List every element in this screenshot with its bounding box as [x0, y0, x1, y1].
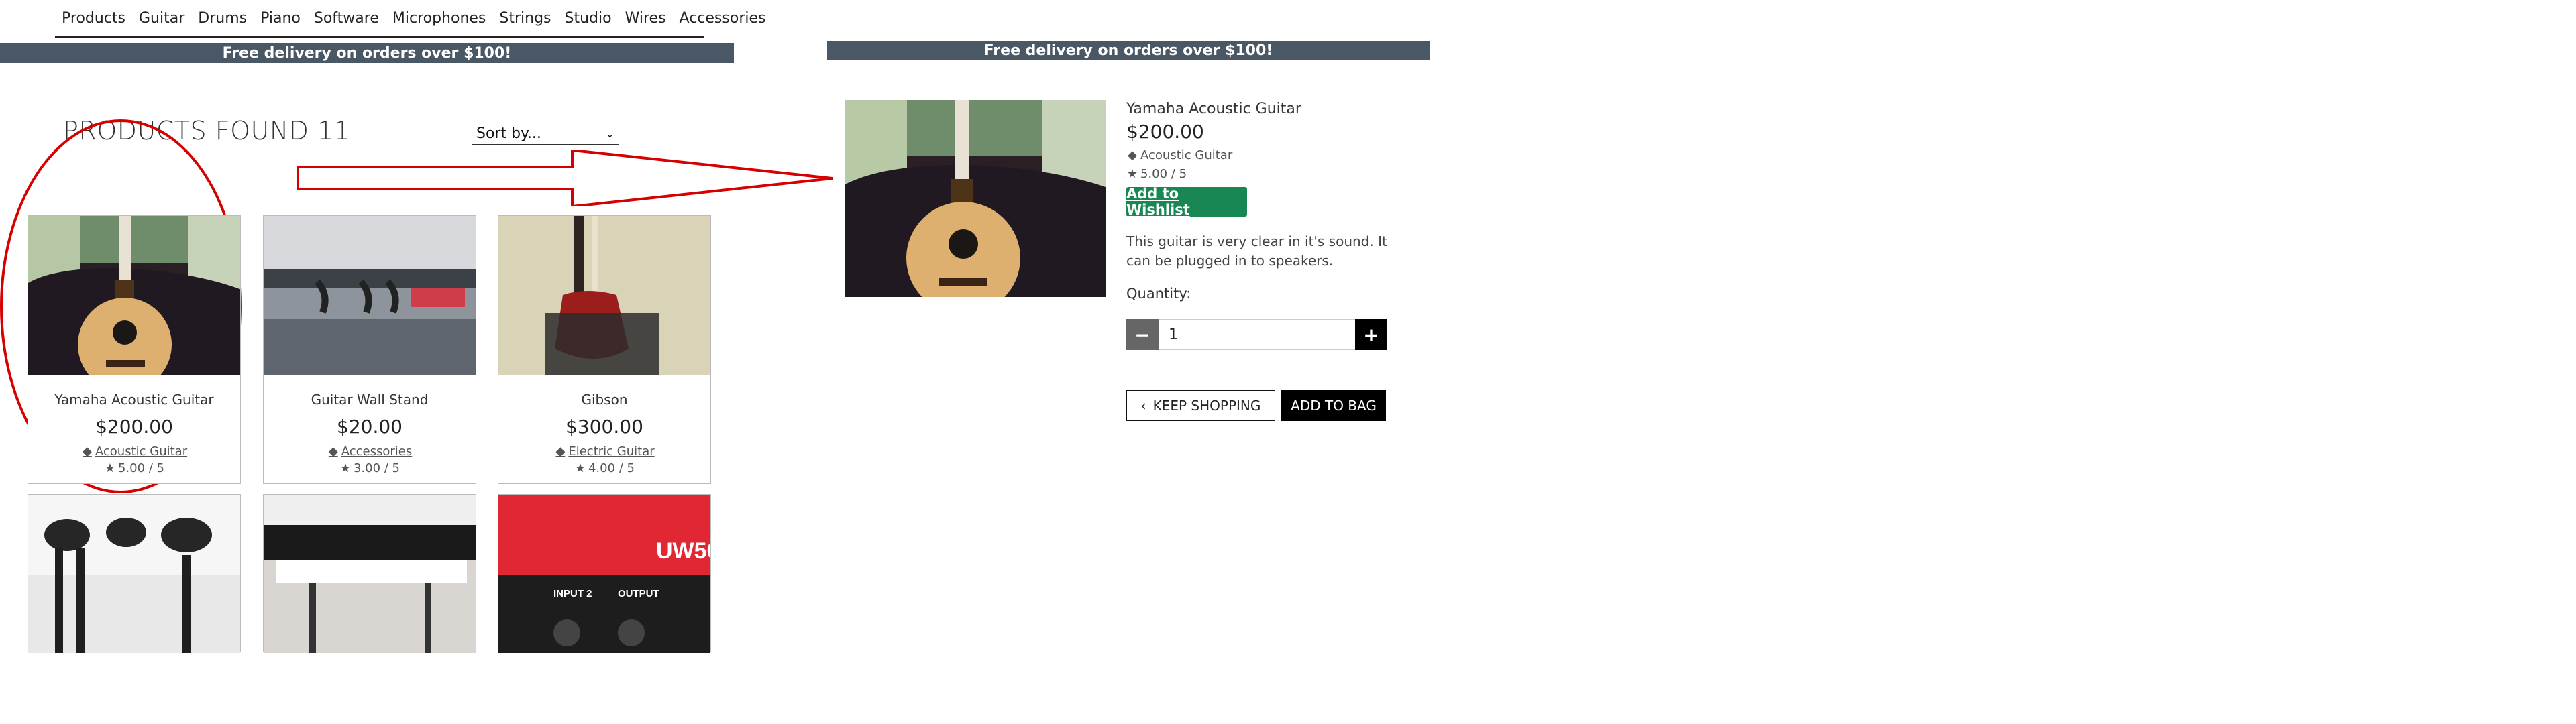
add-to-wishlist-button[interactable]: Add to Wishlist [1126, 186, 1247, 218]
category-label: Electric Guitar [568, 444, 655, 459]
gibson-image[interactable] [498, 216, 710, 375]
product-name[interactable]: Yamaha Acoustic Guitar [28, 391, 240, 408]
nav-guitar[interactable]: Guitar [132, 10, 191, 27]
nav-studio[interactable]: Studio [558, 10, 619, 27]
star-icon: ★ [339, 461, 352, 475]
tag-icon: ◆ [328, 444, 338, 459]
nav-drums[interactable]: Drums [191, 10, 254, 27]
nav-piano[interactable]: Piano [254, 10, 307, 27]
keep-shopping-button[interactable]: ‹ KEEP SHOPPING [1126, 390, 1275, 421]
product-card-yamaha-acoustic-guitar[interactable]: Yamaha Acoustic Guitar $200.00 ◆ Acousti… [28, 215, 241, 484]
chevron-left-icon: ‹ [1140, 398, 1146, 414]
sort-select-value: Sort by... [476, 125, 541, 142]
audio-interface-image[interactable]: UW500 INPUT 2 OUTPUT [498, 495, 710, 653]
keep-shopping-label: KEEP SHOPPING [1152, 398, 1261, 414]
detail-product-price: $200.00 [1126, 121, 1204, 143]
increase-quantity-button[interactable]: + [1355, 319, 1387, 350]
yamaha-guitar-image[interactable] [28, 216, 240, 375]
audio-interface-photo: UW500 INPUT 2 OUTPUT [498, 495, 710, 653]
free-delivery-banner: Free delivery on orders over $100! [0, 43, 734, 63]
star-icon: ★ [1126, 167, 1138, 181]
sort-select[interactable]: Sort by... ⌄ [472, 123, 619, 145]
product-card-audio-interface-preview[interactable]: UW500 INPUT 2 OUTPUT [498, 494, 711, 653]
detail-category-link[interactable]: ◆ Acoustic Guitar [1126, 148, 1232, 162]
screenshot-canvas: Products Guitar Drums Piano Software Mic… [0, 0, 2576, 724]
product-price: $200.00 [95, 416, 173, 438]
product-price: $300.00 [566, 416, 643, 438]
rating-value: 5.00 / 5 [117, 461, 165, 475]
product-rating: ★ 3.00 / 5 [264, 461, 476, 475]
product-rating: ★ 4.00 / 5 [498, 461, 710, 475]
gibson-guitar-photo [498, 216, 710, 375]
product-rating: ★ 5.00 / 5 [28, 461, 240, 475]
quantity-input[interactable]: 1 [1159, 319, 1355, 350]
quantity-stepper[interactable]: − 1 + [1126, 319, 1387, 350]
product-description: This guitar is very clear in it's sound.… [1126, 233, 1387, 269]
add-to-bag-button[interactable]: ADD TO BAG [1281, 390, 1386, 421]
category-link[interactable]: ◆ Electric Guitar [554, 444, 654, 459]
drum-kit-photo [28, 495, 240, 653]
quantity-label: Quantity: [1126, 286, 1191, 302]
amp-input-label: INPUT 2 [553, 588, 592, 599]
tag-icon: ◆ [1128, 148, 1137, 162]
amp-model-text: UW500 [656, 538, 710, 564]
nav-products[interactable]: Products [55, 10, 132, 27]
wall-stand-photo [264, 216, 476, 375]
free-delivery-banner-detail: Free delivery on orders over $100! [827, 41, 1430, 60]
product-name[interactable]: Gibson [498, 391, 710, 408]
rating-value: 3.00 / 5 [353, 461, 400, 475]
product-card-guitar-wall-stand[interactable]: Guitar Wall Stand $20.00 ◆ Accessories ★… [263, 215, 476, 484]
product-card-gibson[interactable]: Gibson $300.00 ◆ Electric Guitar ★ 4.00 … [498, 215, 711, 484]
chevron-down-icon: ⌄ [605, 127, 614, 140]
yamaha-guitar-detail-photo [845, 100, 1106, 297]
category-link[interactable]: ◆ Accessories [327, 444, 413, 459]
product-price: $20.00 [337, 416, 402, 438]
red-arrow-annotation [297, 150, 833, 206]
product-card-keyboard-preview[interactable] [263, 494, 476, 653]
product-card-drum-kit-preview[interactable] [28, 494, 241, 653]
keyboard-image[interactable] [264, 495, 476, 653]
product-detail-image[interactable] [845, 100, 1106, 297]
wall-stand-image[interactable] [264, 216, 476, 375]
detail-rating-value: 5.00 / 5 [1140, 167, 1187, 181]
category-label: Acoustic Guitar [95, 444, 188, 459]
category-label: Accessories [341, 444, 413, 459]
detail-rating: ★ 5.00 / 5 [1126, 167, 1187, 181]
rating-value: 4.00 / 5 [588, 461, 635, 475]
nav-strings[interactable]: Strings [492, 10, 557, 27]
star-icon: ★ [574, 461, 586, 475]
drum-kit-image[interactable] [28, 495, 240, 653]
tag-icon: ◆ [82, 444, 92, 459]
detail-product-title: Yamaha Acoustic Guitar [1126, 101, 1301, 117]
keyboard-photo [264, 495, 476, 653]
amp-output-label: OUTPUT [618, 588, 659, 599]
decrease-quantity-button[interactable]: − [1126, 319, 1159, 350]
detail-category-label: Acoustic Guitar [1140, 148, 1233, 162]
tag-icon: ◆ [555, 444, 566, 459]
category-link[interactable]: ◆ Acoustic Guitar [81, 444, 187, 459]
nav-microphones[interactable]: Microphones [386, 10, 493, 27]
nav-wires[interactable]: Wires [619, 10, 673, 27]
product-name[interactable]: Guitar Wall Stand [264, 391, 476, 408]
star-icon: ★ [104, 461, 116, 475]
nav-accessories[interactable]: Accessories [673, 10, 773, 27]
main-navigation: Products Guitar Drums Piano Software Mic… [55, 0, 765, 38]
nav-software[interactable]: Software [307, 10, 386, 27]
yamaha-guitar-photo [28, 216, 240, 375]
